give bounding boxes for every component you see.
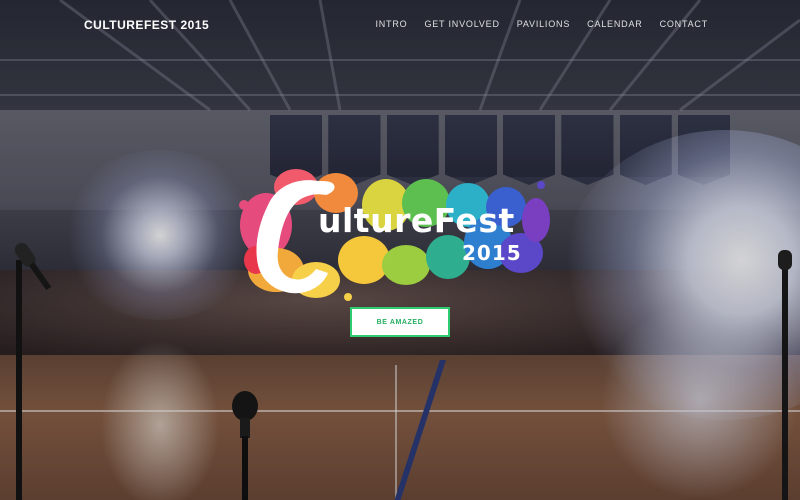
brand-link[interactable]: CULTUREFEST 2015 [84,18,209,32]
nav-menu: INTRO GET INVOLVED PAVILIONS CALENDAR CO… [375,19,708,29]
logo-wordmark: ultureFest [318,201,515,240]
nav-item-get-involved[interactable]: GET INVOLVED [424,19,499,29]
be-amazed-button[interactable]: BE AMAZED [350,307,450,337]
nav-item-contact[interactable]: CONTACT [660,19,708,29]
microphone-icon [232,391,258,500]
logo-year: 2015 [462,241,522,265]
nav-item-intro[interactable]: INTRO [375,19,407,29]
microphone-icon [778,250,792,500]
nav-item-calendar[interactable]: CALENDAR [587,19,642,29]
nav-item-pavilions[interactable]: PAVILIONS [517,19,570,29]
top-navbar: CULTUREFEST 2015 INTRO GET INVOLVED PAVI… [0,0,800,50]
microphone-icon [14,242,52,500]
